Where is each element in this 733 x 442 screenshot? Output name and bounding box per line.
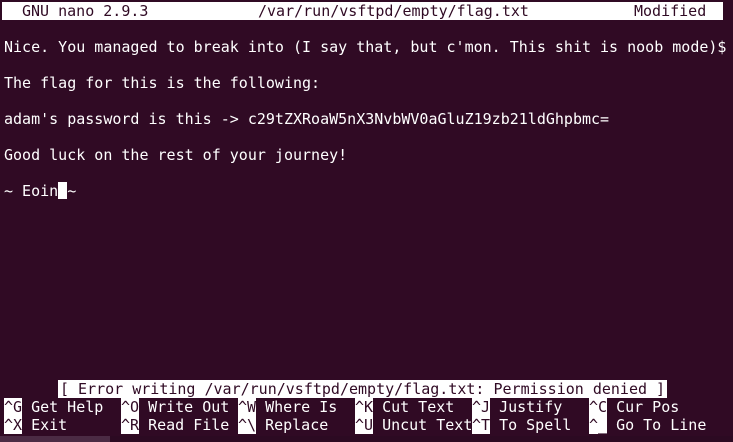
shortcut-cur-pos[interactable]: ^C Cur Pos	[589, 398, 679, 416]
text-buffer[interactable]: Nice. You managed to break into (I say t…	[4, 38, 733, 218]
terminal-bottom-edge	[0, 436, 733, 442]
buffer-line[interactable]: Good luck on the rest of your journey!	[4, 146, 733, 164]
status-message: [ Error writing /var/run/vsftpd/empty/fl…	[58, 380, 668, 398]
signature-text: ~ Eoin	[4, 182, 59, 200]
nano-title-bar: GNU nano 2.9.3 /var/run/vsftpd/empty/fla…	[2, 2, 723, 20]
shortcut-to-spell[interactable]: ^T To Spell	[472, 416, 571, 434]
shortcut-justify[interactable]: ^J Justify	[472, 398, 562, 416]
shortcut-replace[interactable]: ^\ Replace	[238, 416, 328, 434]
shortcut-read-file[interactable]: ^R Read File	[121, 416, 229, 434]
buffer-line[interactable]: adam's password is this -> c29tZXRoaW5nX…	[4, 110, 733, 128]
modified-indicator: Modified	[634, 2, 707, 20]
editor-version: GNU nano 2.9.3	[22, 2, 149, 20]
shortcut-exit[interactable]: ^X Exit	[4, 416, 67, 434]
buffer-line-cursor[interactable]: ~ Eoin ~	[4, 182, 733, 200]
shortcut-cut-text[interactable]: ^K Cut Text	[355, 398, 454, 416]
shortcut-uncut-text[interactable]: ^U Uncut Text	[355, 416, 472, 434]
file-path: /var/run/vsftpd/empty/flag.txt	[258, 2, 529, 20]
shortcut-bar: ^G Get Help ^O Write Out ^W Where Is ^K Cut …	[4, 398, 733, 434]
terminal-tab-indicator	[0, 436, 110, 442]
shortcut-where-is[interactable]: ^W Where Is	[238, 398, 337, 416]
shortcut-go-to-line[interactable]: ^_ Go To Line	[589, 416, 706, 434]
shortcut-get-help[interactable]: ^G Get Help	[4, 398, 103, 416]
shortcut-write-out[interactable]: ^O Write Out	[121, 398, 229, 416]
buffer-line[interactable]: The flag for this is the following:	[4, 74, 733, 92]
text-cursor	[58, 182, 68, 199]
buffer-line[interactable]: Nice. You managed to break into (I say t…	[4, 38, 733, 56]
signature-tail: ~	[67, 182, 77, 200]
